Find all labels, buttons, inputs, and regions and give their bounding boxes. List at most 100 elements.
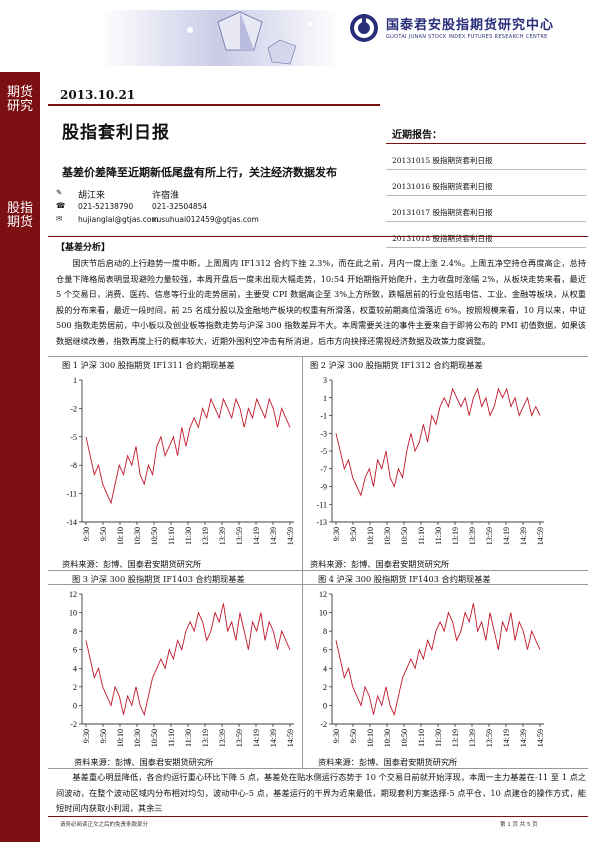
y-tick-label: 10 [319, 609, 327, 618]
x-tick-label: 14:39 [269, 729, 278, 747]
page-title: 股指套利日报 [62, 123, 170, 143]
x-tick-label: 13:19 [451, 729, 460, 747]
x-tick-label: 10:30 [133, 527, 142, 545]
series-line [85, 603, 291, 717]
x-tick-label: 9:30 [82, 527, 91, 541]
logo-mark-icon [350, 14, 378, 42]
x-tick-label: 10:30 [383, 729, 392, 747]
y-tick-label: -11 [67, 490, 77, 499]
y-tick-label: 12 [319, 590, 327, 599]
y-tick-label: 12 [69, 590, 77, 599]
y-tick-label: 4 [73, 664, 77, 673]
figure-grid-line [48, 570, 588, 571]
y-tick-label: 8 [73, 627, 77, 636]
company-logo: 国泰君安股指期货研究中心 GUOTAI JUNAN STOCK INDEX FU… [348, 12, 588, 48]
x-tick-label: 10:50 [150, 729, 159, 747]
x-tick-label: 14:59 [536, 527, 545, 545]
figure-1-title: 图 1 沪深 300 股指期货 IF1311 合约期现基差 [62, 360, 235, 370]
x-tick-label: 13:39 [218, 729, 227, 747]
recent-report-item[interactable]: 20131016 股指期货套利日报 [386, 170, 586, 196]
recent-report-item[interactable]: 20131017 股指期货套利日报 [386, 196, 586, 222]
left-band: 期货研究 股指期货 [0, 72, 40, 842]
x-tick-label: 9:50 [349, 729, 358, 743]
x-tick-label: 10:50 [400, 729, 409, 747]
x-tick-label: 11:10 [417, 729, 426, 747]
pen-icon: ✎ [56, 188, 63, 197]
phone-icon: ☎ [56, 201, 66, 210]
x-tick-label: 10:30 [383, 527, 392, 545]
logo-text-cn: 国泰君安股指期货研究中心 [386, 18, 555, 33]
header-divider [48, 104, 380, 106]
figure-1-source: 资料来源：彭博、国泰君安期货研究所 [62, 559, 202, 569]
logo-text-en: GUOTAI JUNAN STOCK INDEX FUTURES RESEARC… [386, 34, 548, 40]
figure-4-source: 资料来源：彭博、国泰君安期货研究所 [318, 757, 458, 767]
y-tick-label: 0 [73, 701, 77, 710]
figure-2-title: 图 2 沪深 300 股指期货 IF1312 合约期现基差 [310, 360, 483, 370]
x-tick-label: 13:39 [468, 527, 477, 545]
figure-grid-line [302, 356, 303, 768]
x-tick-label: 9:50 [99, 729, 108, 743]
x-tick-label: 14:19 [502, 729, 511, 747]
x-tick-label: 13:19 [201, 527, 210, 545]
y-tick-label: -2 [70, 404, 77, 413]
x-tick-label: 10:10 [116, 527, 125, 545]
y-tick-label: -8 [70, 461, 77, 470]
y-tick-label: 2 [323, 683, 327, 692]
figure-3-source: 资料来源：彭博、国泰君安期货研究所 [74, 757, 214, 767]
recent-report-item[interactable]: 20131015 股指期货套利日报 [386, 144, 586, 170]
paragraph-basis-analysis: 国庆节后启动的上行趋势一度中断，上周周内 IF1312 合约下挫 2.3%，而在… [56, 258, 586, 346]
recent-reports-panel: 近期报告： 20131015 股指期货套利日报 20131016 股指期货套利日… [386, 126, 586, 248]
x-tick-label: 11:10 [417, 527, 426, 545]
x-tick-label: 11:10 [167, 729, 176, 747]
x-tick-label: 11:30 [434, 527, 443, 545]
page-subtitle: 基差价差降至近期新低尾盘有所上行，关注经济数据发布 [62, 166, 337, 179]
chart-if1312-basis: 3 1 -1 -3 -5 -7 -9 -11 -13 9:30 9:50 10:10 10:30 10:5… [316, 376, 545, 545]
analyst-email-2[interactable]: xusuhuai012459@gtjas.com [152, 215, 259, 224]
band-label-top: 期货研究 [6, 85, 33, 114]
x-tick-label: 11:30 [434, 729, 443, 747]
y-tick-label: 0 [323, 701, 327, 710]
x-tick-label: 11:10 [167, 527, 176, 545]
mail-icon: ✉ [56, 214, 63, 223]
x-tick-label: 10:10 [366, 527, 375, 545]
x-tick-label: 14:19 [252, 729, 261, 747]
x-tick-label: 13:59 [485, 729, 494, 747]
y-tick-label: 3 [323, 376, 327, 385]
y-tick-label: -11 [317, 500, 327, 509]
recent-report-item[interactable]: 20131018 股指期货套利日报 [386, 222, 586, 248]
y-tick-label: -5 [320, 447, 327, 456]
series-line [335, 387, 541, 497]
x-tick-label: 14:59 [286, 729, 295, 747]
x-tick-label: 10:50 [400, 527, 409, 545]
footer-page-number: 第 1 页 共 5 页 [500, 822, 538, 828]
series-line [85, 397, 291, 505]
x-tick-label: 13:59 [485, 527, 494, 545]
y-tick-label: -2 [320, 720, 327, 729]
y-tick-label: -14 [66, 518, 77, 527]
figure-grid-line [48, 768, 588, 769]
band-label-bottom: 股指期货 [6, 201, 33, 230]
x-tick-label: 14:19 [502, 527, 511, 545]
y-tick-label: 8 [323, 627, 327, 636]
chart-if1403-basis-2: 12 10 8 6 4 2 0 -2 9:30 9:50 10:10 10:30 10:50 11:10 1… [319, 590, 545, 747]
footer-disclaimer: 请务必阅读正文之后的免责条款部分 [60, 822, 149, 828]
y-tick-label: 4 [323, 664, 327, 673]
analyst-email-1[interactable]: hujianglai@gtjas.com [78, 215, 159, 224]
y-tick-label: -1 [320, 412, 327, 421]
y-tick-label: -2 [70, 720, 77, 729]
x-tick-label: 14:39 [519, 527, 528, 545]
x-tick-label: 9:50 [349, 527, 358, 541]
x-tick-label: 14:59 [286, 527, 295, 545]
x-tick-label: 10:10 [116, 729, 125, 747]
analyst-name-2: 许宿淮 [152, 191, 180, 201]
x-tick-label: 11:30 [184, 527, 193, 545]
figure-4-title: 图 4 沪深 300 股指期货 IF1403 合约期现基差 [318, 574, 491, 584]
section-divider [48, 236, 588, 237]
x-tick-label: 13:19 [451, 527, 460, 545]
y-tick-label: 6 [73, 646, 77, 655]
series-line [335, 603, 541, 717]
x-tick-label: 13:19 [201, 729, 210, 747]
x-tick-label: 14:59 [536, 729, 545, 747]
y-tick-label: -13 [316, 518, 327, 527]
x-tick-label: 9:30 [332, 729, 341, 743]
